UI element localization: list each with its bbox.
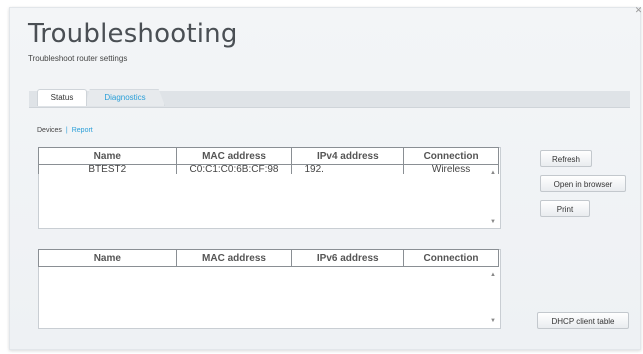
close-icon[interactable]: ✕	[634, 6, 643, 15]
table-header-row: Name MAC address IPv4 address Connection	[38, 147, 499, 165]
cell-connection: Wireless	[403, 164, 499, 174]
scroll-up-icon[interactable]: ▲	[489, 272, 497, 278]
tab-diagnostics[interactable]: Diagnostics	[85, 89, 165, 106]
print-button[interactable]: Print	[540, 200, 590, 217]
column-header-ipv6[interactable]: IPv6 address	[291, 249, 405, 267]
tab-status[interactable]: Status	[37, 89, 87, 106]
ipv6-client-table: Name MAC address IPv6 address Connection	[38, 249, 499, 267]
column-header-mac[interactable]: MAC address	[175, 147, 293, 165]
page-subtitle: Troubleshoot router settings	[28, 54, 128, 63]
scroll-down-icon[interactable]: ▼	[489, 219, 497, 225]
column-header-connection[interactable]: Connection	[403, 249, 499, 267]
subnav: Devices | Report	[37, 127, 93, 134]
cell-mac: C0:C1:C0:6B:CF:98	[175, 164, 293, 174]
open-in-browser-button[interactable]: Open in browser	[540, 175, 626, 192]
page-title: Troubleshooting	[28, 19, 238, 49]
cell-name: BTEST2	[38, 164, 177, 174]
column-header-name[interactable]: Name	[38, 147, 177, 165]
column-header-ipv4[interactable]: IPv4 address	[291, 147, 405, 165]
cell-ipv4: 192.	[291, 164, 405, 174]
column-header-mac[interactable]: MAC address	[175, 249, 293, 267]
scroll-up-icon[interactable]: ▲	[489, 170, 497, 176]
subnav-devices[interactable]: Devices	[37, 127, 62, 134]
dhcp-client-table-button[interactable]: DHCP client table	[537, 312, 629, 329]
column-header-name[interactable]: Name	[38, 249, 177, 267]
column-header-connection[interactable]: Connection	[403, 147, 499, 165]
subnav-separator: |	[65, 127, 68, 134]
ipv4-client-table: Name MAC address IPv4 address Connection…	[38, 147, 499, 174]
table-header-row: Name MAC address IPv6 address Connection	[38, 249, 499, 267]
refresh-button[interactable]: Refresh	[540, 150, 592, 167]
table-row[interactable]: BTEST2 C0:C1:C0:6B:CF:98 192. Wireless	[38, 164, 499, 174]
scroll-down-icon[interactable]: ▼	[489, 318, 497, 324]
subnav-report[interactable]: Report	[72, 127, 93, 134]
